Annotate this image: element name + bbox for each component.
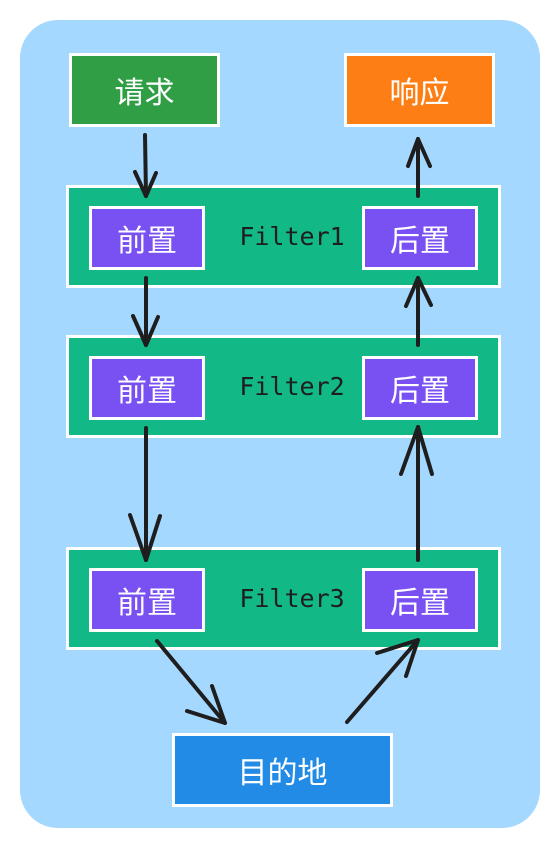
arrow-request-to-filter1 [133, 133, 158, 198]
arrow-filter1-to-response [406, 137, 432, 198]
arrow-destination-to-filter3 [345, 638, 420, 724]
arrow-filter2-to-filter3 [128, 426, 162, 562]
arrow-filter3-to-filter2 [399, 425, 434, 562]
arrow-filter2-to-filter1 [404, 276, 433, 347]
arrow-filter3-to-destination [155, 639, 227, 725]
arrow-filter1-to-filter2 [131, 276, 160, 347]
flow-arrows [128, 133, 434, 725]
